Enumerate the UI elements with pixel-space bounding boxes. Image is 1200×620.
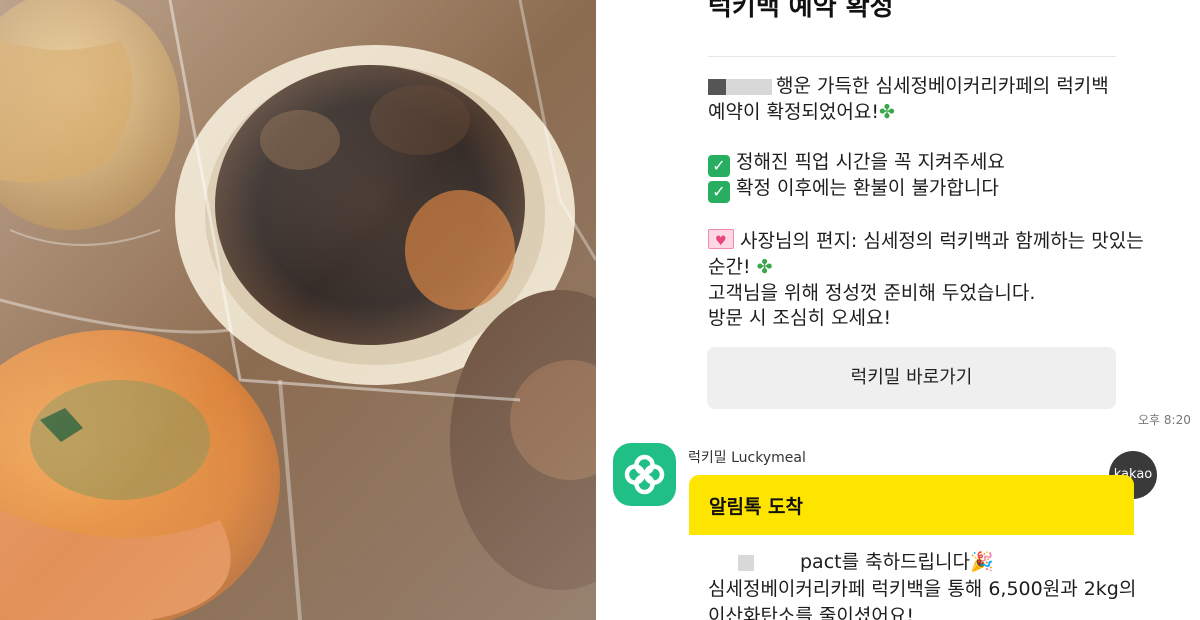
message-line-2-text: 예약이 확정되었어요! [708,101,879,123]
letter-line-2: 순간! ✤ [708,254,773,280]
title-divider [708,56,1116,57]
alimtalk-line-1-text: pact를 축하드립니다 [800,551,970,573]
check-item-1-text: 정해진 픽업 시간을 꼭 지켜주세요 [736,151,1005,173]
message-timestamp: 오후 8:20 [1138,413,1191,427]
alimtalk-line-2: 심세정베이커리카페 럭키백을 통해 6,500원과 2kg의 [708,578,1137,600]
love-letter-icon [708,229,734,255]
letter-line-3: 고객님을 위해 정성껏 준비해 두었습니다. [708,282,1036,304]
message-title: 럭키백 예약 확정 [708,0,894,22]
alimtalk-line-3: 이산화탄소를 줄이셨어요! [708,605,914,620]
letter-line-2-text: 순간! [708,256,751,278]
chat-panel[interactable]: 럭키백 예약 확정 행운 가득한 심세정베이커리카페의 럭키백 예약이 확정되었… [596,0,1200,620]
message-line-1-text: 행운 가득한 심세정베이커리카페의 럭키백 [776,75,1109,97]
check-icon: ✓ [708,155,730,177]
clover-icon: ✤ [756,256,773,278]
check-item-2-text: 확정 이후에는 환불이 불가합니다 [736,177,999,199]
check-item-1: ✓ 정해진 픽업 시간을 꼭 지켜주세요 [708,149,1005,177]
alimtalk-header-text: 알림톡 도착 [709,496,804,518]
redacted-name [738,554,754,571]
pastry-photo-illustration [0,0,596,620]
luckymeal-avatar[interactable] [613,443,676,506]
alimtalk-header: 알림톡 도착 [689,475,1134,535]
letter-line-1: 사장님의 편지: 심세정의 럭키백과 함께하는 맛있는 [708,228,1144,255]
redacted-name [708,78,726,95]
clover-icon: ✤ [878,101,895,123]
message-line-1: 행운 가득한 심세정베이커리카페의 럭키백 [708,73,1109,99]
luckymeal-shortcut-button[interactable]: 럭키밀 바로가기 [707,347,1116,409]
party-popper-icon: 🎉 [970,551,994,573]
clover-logo-icon [624,454,665,495]
check-item-2: ✓ 확정 이후에는 환불이 불가합니다 [708,175,999,203]
letter-line-1-text: 사장님의 편지: 심세정의 럭키백과 함께하는 맛있는 [740,230,1144,252]
message-line-2: 예약이 확정되었어요!✤ [708,99,895,125]
letter-line-4: 방문 시 조심히 오세요! [708,307,892,329]
pastry-photo [0,0,596,620]
alimtalk-line-1: pact를 축하드립니다🎉 [708,549,994,575]
sender-name: 럭키밀 Luckymeal [688,450,806,466]
redacted-name [726,78,772,95]
check-icon: ✓ [708,181,730,203]
